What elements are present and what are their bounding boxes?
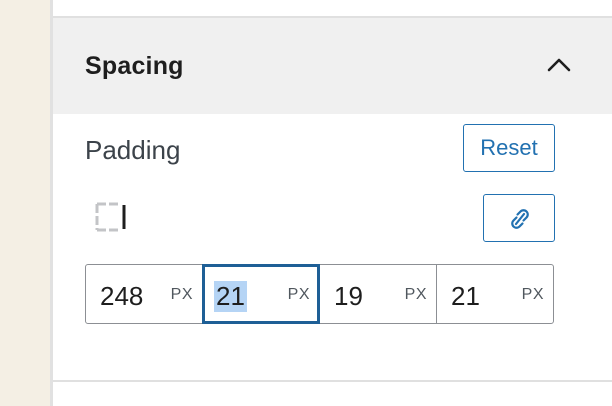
input-value: 19 [334,281,363,311]
input-value: 21 [451,281,480,311]
unit-suffix: PX [521,286,544,303]
collapse-toggle-button[interactable] [537,44,581,88]
section-title: Spacing [85,52,184,80]
unlink-icon [511,209,529,229]
unit-suffix: PX [170,286,193,303]
padding-top-input[interactable]: 248 PX [85,264,203,324]
unit-suffix: PX [404,286,427,303]
unit-suffix: PX [287,286,310,303]
spacing-panel-header[interactable]: Spacing [53,18,612,114]
padding-left-input[interactable]: 21 PX [436,264,554,324]
reset-button[interactable]: Reset [463,124,555,172]
padding-right-input[interactable]: 21 PX [202,264,320,324]
padding-inputs: 248 PX 21 PX 19 PX 21 PX [85,264,555,324]
divider [53,380,612,382]
padding-bottom-input[interactable]: 19 PX [319,264,437,324]
input-value: 21 [214,281,247,312]
chevron-up-icon [547,58,571,72]
settings-sidebar: Spacing Padding Reset 248 PX 21 PX 19 PX… [50,0,612,406]
editor-canvas-edge [0,0,50,406]
padding-label: Padding [85,135,181,165]
link-sides-toggle-button[interactable] [483,194,555,242]
input-value: 248 [100,281,144,311]
box-sides-icon[interactable] [93,200,129,236]
